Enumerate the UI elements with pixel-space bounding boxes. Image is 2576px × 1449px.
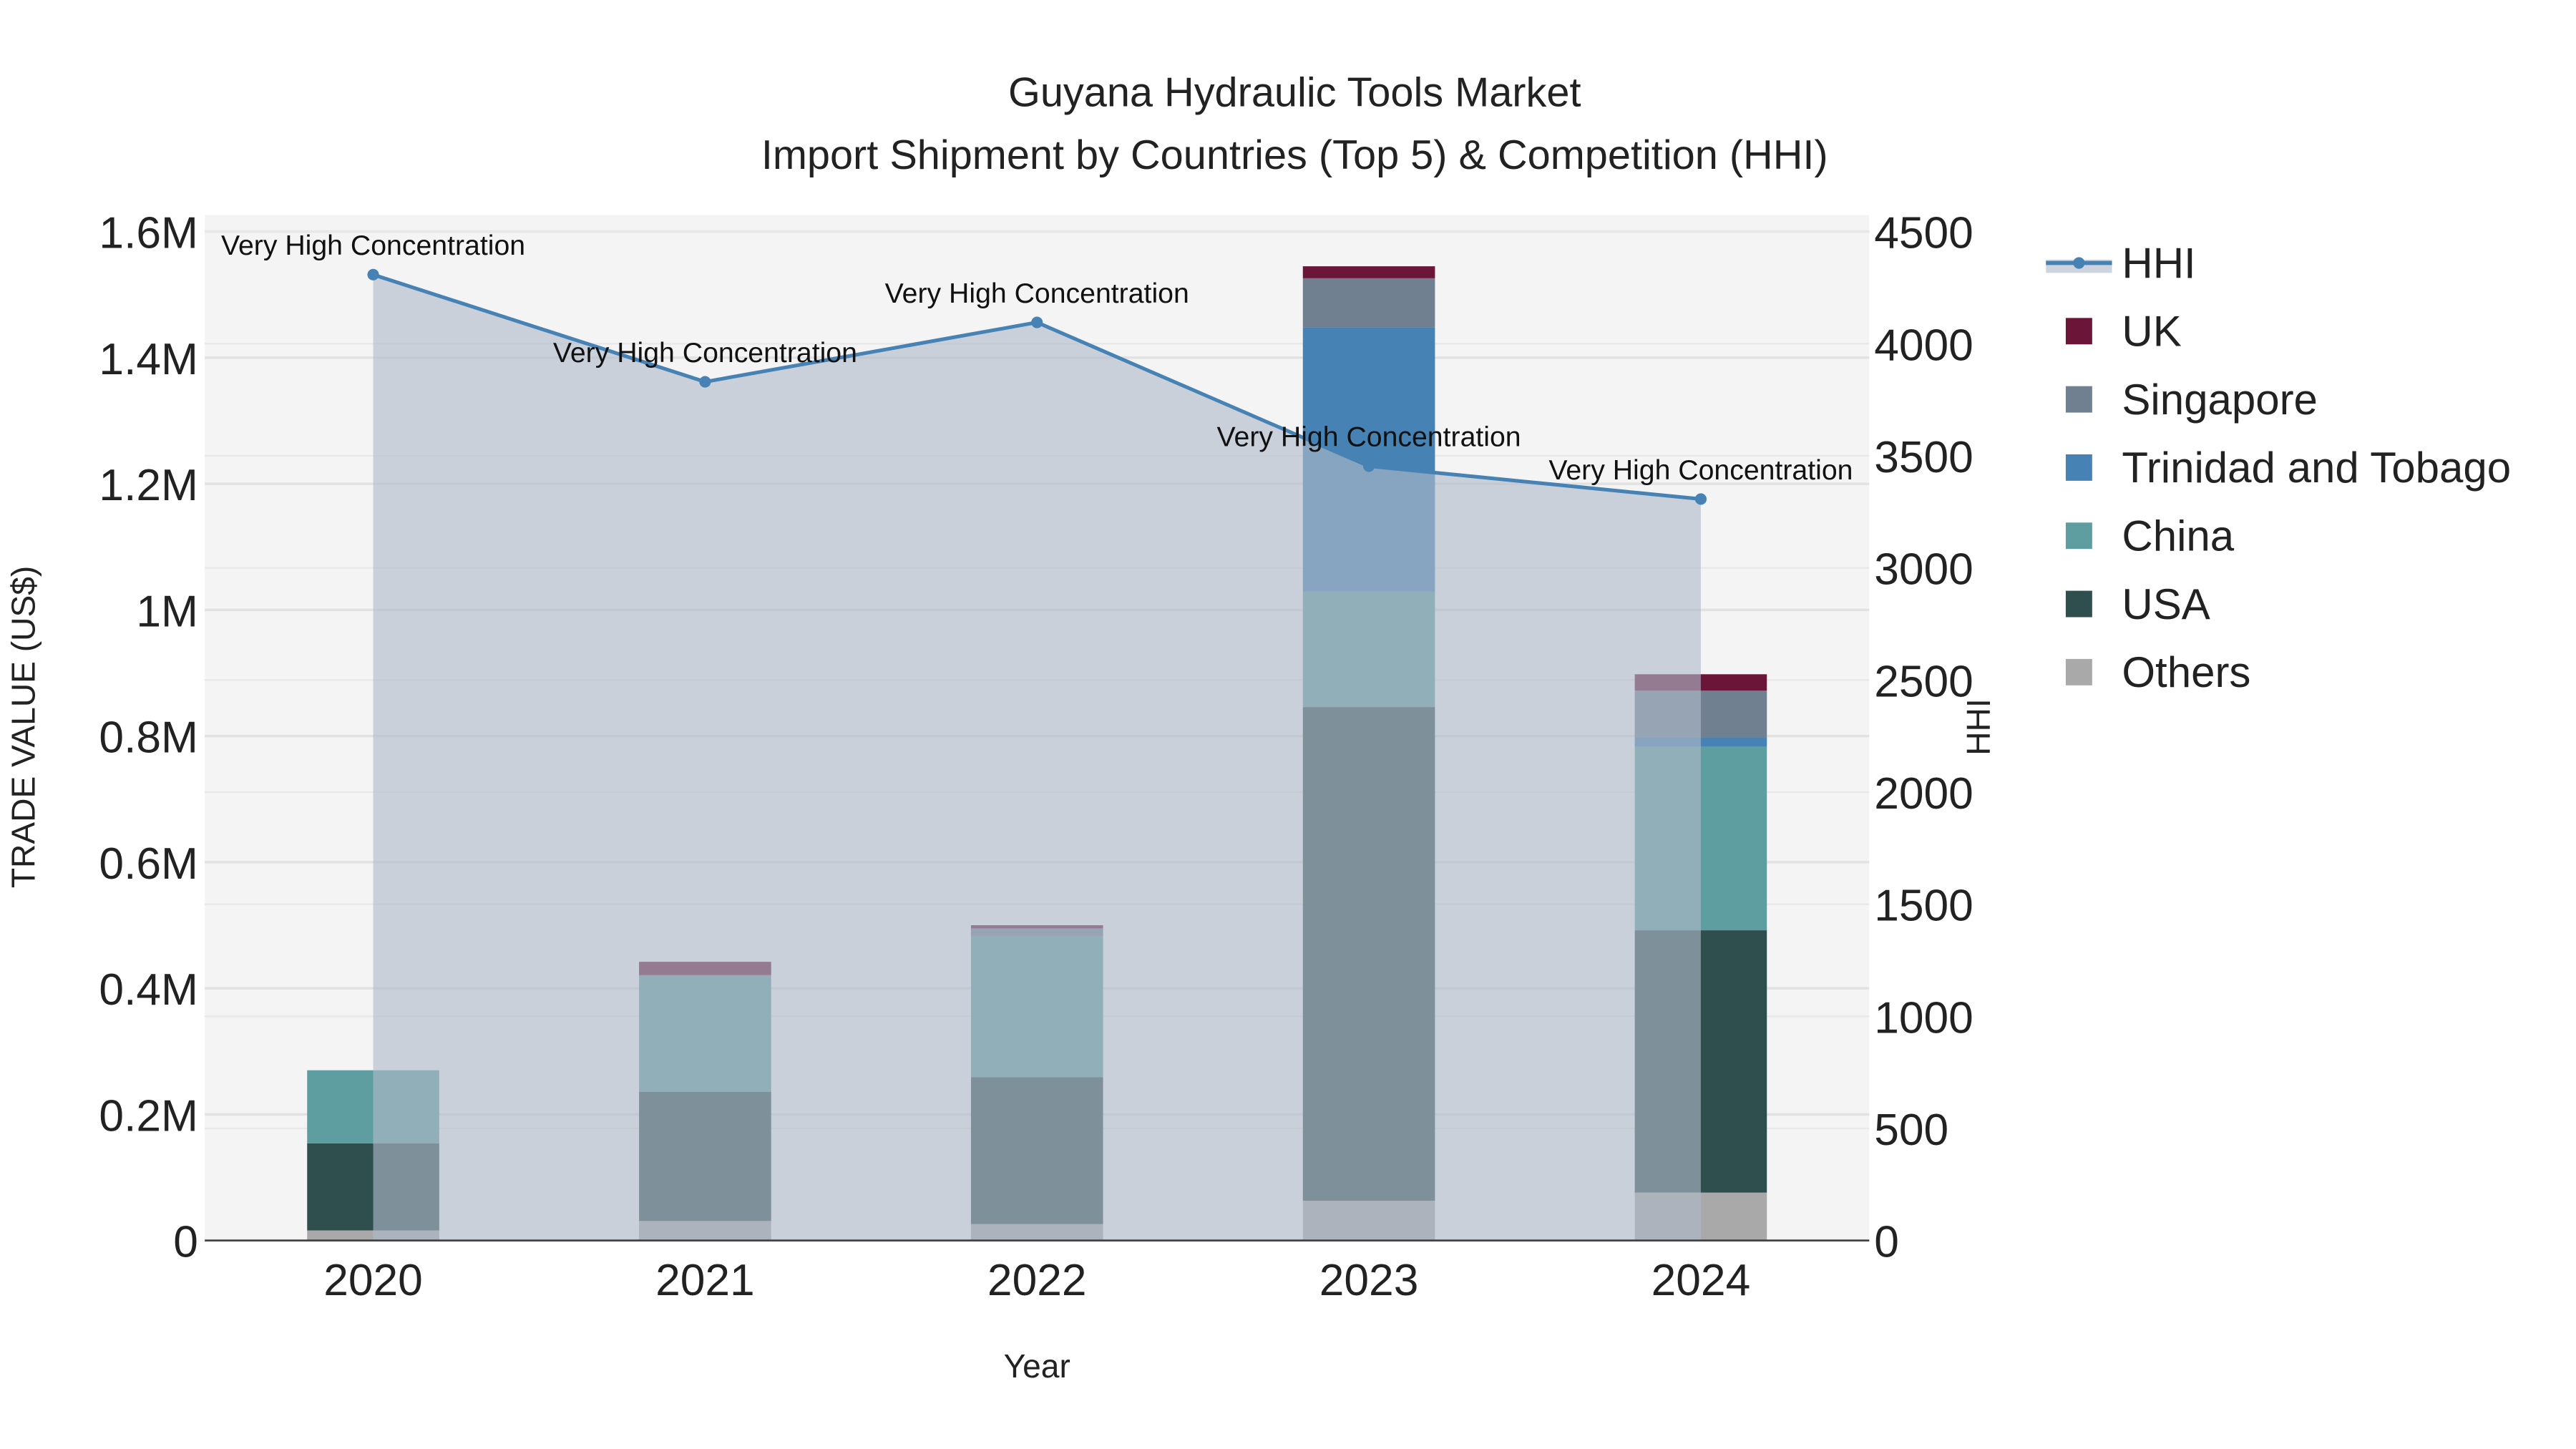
hhi-point[interactable] [1694, 493, 1707, 505]
legend-label: China [2122, 512, 2234, 560]
y-tick-label: 1M [136, 587, 198, 636]
y-tick-label: 0.8M [99, 713, 198, 763]
y2-tick-label: 2500 [1874, 657, 1974, 706]
bar-uk[interactable] [1302, 266, 1435, 278]
y2-tick-label: 1500 [1874, 882, 1974, 931]
x-tick-label: 2021 [655, 1256, 755, 1305]
legend-label: Trinidad and Tobago [2122, 444, 2511, 492]
hhi-annotation: Very High Concentration [553, 337, 857, 369]
y-tick-label: 0.4M [99, 965, 198, 1015]
legend-item-china[interactable]: China [2065, 512, 2235, 560]
legend-label: Others [2122, 648, 2250, 696]
legend-item-uk[interactable]: UK [2065, 308, 2182, 356]
hhi-point[interactable] [699, 376, 711, 388]
y-axis: 0 0.2M 0.4M 0.6M 0.8M 1M 1.2M 1.4M 1.6M [99, 209, 198, 1267]
y2-tick-label: 3000 [1874, 545, 1974, 595]
legend-item-others[interactable]: Others [2065, 648, 2251, 696]
hhi-annotation: Very High Concentration [221, 230, 525, 261]
y2-tick-label: 2000 [1874, 769, 1974, 819]
hhi-annotation: Very High Concentration [885, 278, 1189, 309]
hhi-annotation: Very High Concentration [1217, 421, 1521, 453]
y2-tick-label: 4500 [1874, 209, 1974, 258]
legend-label: UK [2122, 308, 2181, 356]
hhi-point[interactable] [1363, 460, 1375, 472]
legend: HHI UK Singapore Trinidad and Tobago China US… [2046, 239, 2511, 696]
y2-tick-label: 500 [1874, 1106, 1948, 1155]
y2-axis: 0 500 1000 1500 2000 2500 3000 3500 4000 4500 [1874, 209, 1974, 1267]
legend-swatch [2065, 590, 2092, 618]
y2-tick-label: 3500 [1874, 433, 1974, 482]
legend-swatch [2065, 386, 2092, 413]
y-tick-label: 0.2M [99, 1091, 198, 1141]
legend-item-trinidad-and-tobago[interactable]: Trinidad and Tobago [2065, 444, 2511, 492]
hhi-point[interactable] [367, 268, 379, 280]
legend-label: HHI [2122, 239, 2195, 287]
bar-singapore[interactable] [1302, 278, 1435, 328]
legend-swatch [2065, 318, 2092, 345]
chart: Very High Concentration Very High Concent… [4, 69, 2511, 1385]
legend-label: USA [2122, 580, 2210, 628]
chart-title: Guyana Hydraulic Tools Market [1008, 69, 1581, 115]
y-tick-label: 0 [173, 1218, 198, 1267]
y2-axis-title: HHI [1960, 698, 1997, 755]
hhi-annotation: Very High Concentration [1548, 454, 1853, 486]
y-tick-label: 1.6M [99, 209, 198, 258]
legend-swatch [2073, 257, 2085, 269]
x-tick-label: 2020 [323, 1256, 423, 1305]
x-axis-title: Year [1004, 1347, 1070, 1385]
x-tick-label: 2022 [987, 1256, 1087, 1305]
y-tick-label: 1.2M [99, 461, 198, 510]
legend-label: Singapore [2122, 376, 2318, 424]
legend-item-hhi[interactable]: HHI [2046, 239, 2196, 287]
chart-subtitle: Import Shipment by Countries (Top 5) & C… [761, 132, 1828, 178]
x-tick-label: 2023 [1319, 1256, 1419, 1305]
y-tick-label: 0.6M [99, 839, 198, 889]
x-tick-label: 2024 [1652, 1256, 1751, 1305]
x-axis: 2020 2021 2022 2023 2024 [323, 1256, 1750, 1305]
legend-swatch [2065, 522, 2092, 550]
legend-swatch [2065, 658, 2092, 686]
y-tick-label: 1.4M [99, 335, 198, 384]
y-axis-title: TRADE VALUE (US$) [4, 566, 42, 888]
y2-tick-label: 0 [1874, 1218, 1899, 1267]
legend-item-singapore[interactable]: Singapore [2065, 376, 2318, 424]
y2-tick-label: 1000 [1874, 993, 1974, 1043]
legend-swatch [2065, 454, 2092, 481]
hhi-point[interactable] [1031, 316, 1043, 328]
legend-item-usa[interactable]: USA [2065, 580, 2210, 628]
y2-tick-label: 4000 [1874, 321, 1974, 370]
